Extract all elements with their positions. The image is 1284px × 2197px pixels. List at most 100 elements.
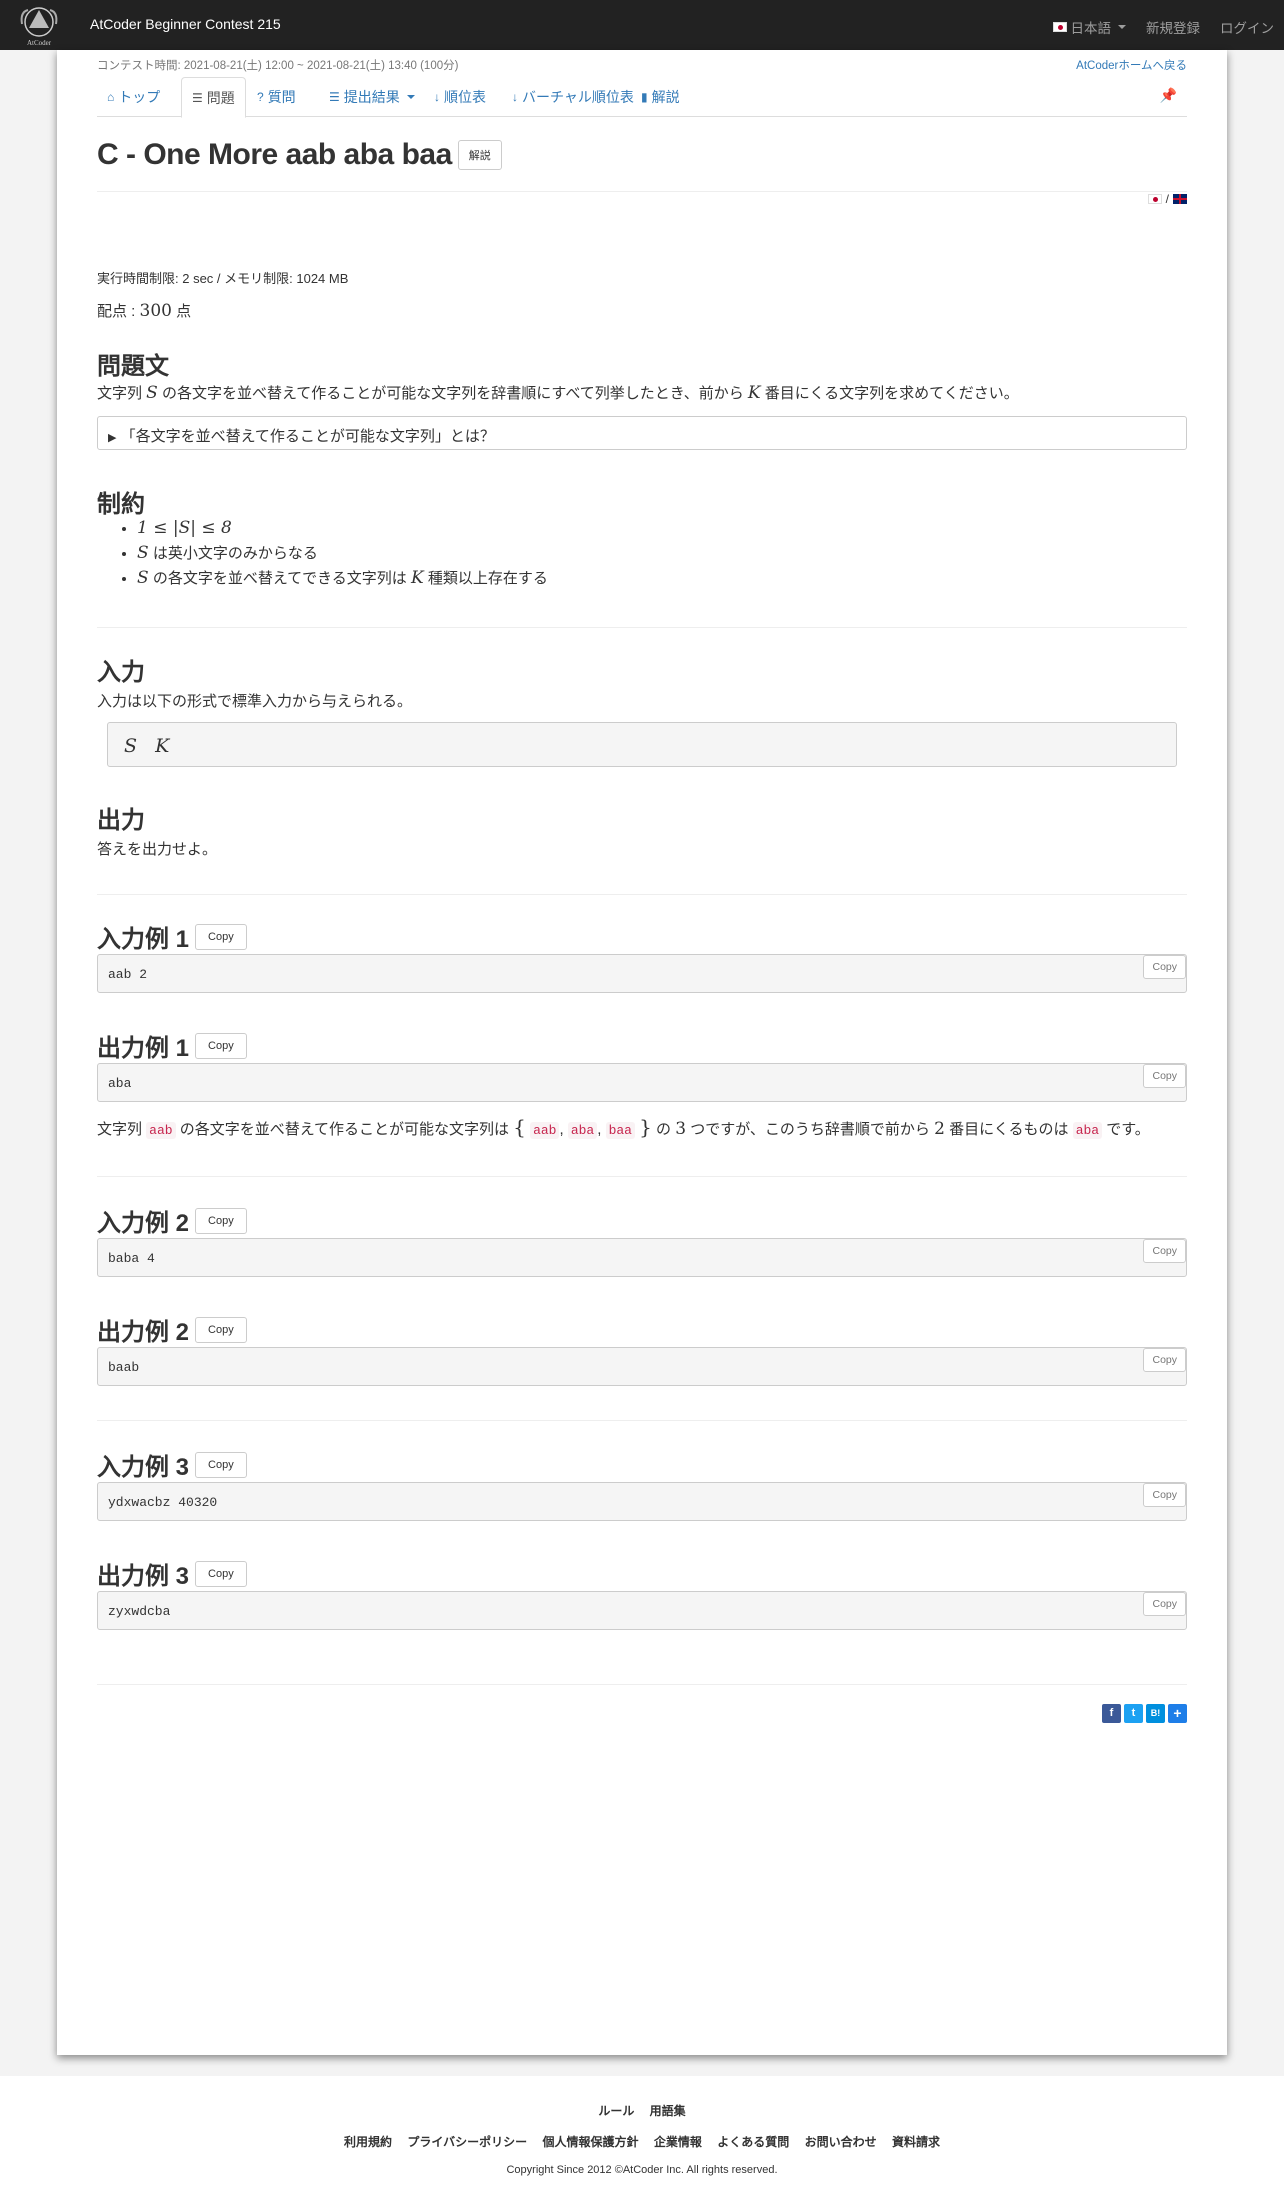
- atcoder-logo[interactable]: AtCoder: [14, 2, 64, 48]
- tab-label: 順位表: [444, 89, 486, 105]
- math-var: K: [410, 568, 424, 588]
- contest-title-link[interactable]: AtCoder Beginner Contest 215: [90, 16, 281, 32]
- add-share-icon[interactable]: +: [1168, 1704, 1187, 1723]
- sample-output-3: zyxwdcba Copy: [97, 1591, 1187, 1630]
- input-format: S K: [124, 735, 170, 757]
- copy-button[interactable]: Copy: [1143, 1239, 1186, 1263]
- explanation-part: つですが、このうち辞書順で前から: [686, 1121, 935, 1138]
- glossary-link[interactable]: 用語集: [650, 2104, 686, 2118]
- output-heading: 出力: [97, 807, 145, 834]
- divider: [97, 1420, 1187, 1421]
- copy-button[interactable]: Copy: [1143, 1348, 1186, 1372]
- constraints-list: 1 ≤ |S| ≤ 8 S は英小文字のみからなる S の各文字を並べ替えてでき…: [137, 516, 548, 591]
- statement-text: 文字列 S の各文字を並べ替えて作ることが可能な文字列を辞書順にすべて列挙したと…: [97, 382, 1019, 403]
- tab-editorial[interactable]: ▮ 解説: [631, 77, 690, 117]
- details-summary: 「各文字を並べ替えて作ることが可能な文字列」とは？: [120, 428, 495, 445]
- sample-input-2-header: 入力例 2 Copy: [97, 1203, 247, 1238]
- contact-link[interactable]: お問い合わせ: [805, 2135, 877, 2149]
- sample-output-3-heading: 出力例 3: [97, 1563, 190, 1590]
- score-value: 300: [139, 301, 172, 321]
- sample-input-1-header: 入力例 1 Copy: [97, 919, 247, 954]
- japan-flag-icon: [1052, 22, 1067, 32]
- code-inline: baa: [605, 1122, 635, 1139]
- copy-button[interactable]: Copy: [1143, 955, 1186, 979]
- svg-text:AtCoder: AtCoder: [27, 39, 52, 47]
- tab-clarifications[interactable]: ? 質問: [247, 77, 306, 117]
- twitter-share-icon[interactable]: t: [1124, 1704, 1143, 1723]
- divider: [97, 191, 1187, 192]
- tab-standings[interactable]: ↓ 順位表: [424, 77, 496, 117]
- tab-virtual-standings[interactable]: ↓ バーチャル順位表: [502, 77, 644, 117]
- sample-output-1-text: aba: [108, 1076, 132, 1091]
- math-var: S: [137, 543, 149, 563]
- output-text: 答えを出力せよ。: [97, 841, 218, 858]
- login-link[interactable]: ログイン: [1220, 17, 1274, 37]
- sample-output-2-heading: 出力例 2: [97, 1319, 190, 1346]
- time-memory-limit: 実行時間制限: 2 sec / メモリ制限: 1024 MB: [97, 271, 349, 286]
- atcoder-home-link[interactable]: AtCoderホームへ戻る: [1076, 57, 1187, 73]
- facebook-share-icon[interactable]: f: [1102, 1704, 1121, 1723]
- tab-submissions[interactable]: ☰ 提出結果: [319, 77, 425, 117]
- terms-link[interactable]: 利用規約: [344, 2135, 392, 2149]
- sort-icon: ↓: [434, 90, 440, 104]
- sample-output-1-header: 出力例 1 Copy: [97, 1028, 247, 1063]
- sample-output-1: aba Copy: [97, 1063, 1187, 1102]
- score: 配点 : 300 点: [97, 300, 191, 321]
- tab-label: 質問: [267, 89, 296, 105]
- copy-button[interactable]: Copy: [195, 1032, 247, 1059]
- personal-info-link[interactable]: 個人情報保護方針: [543, 2135, 639, 2149]
- list-icon: ☰: [192, 90, 203, 105]
- tab-label: バーチャル順位表: [522, 89, 634, 105]
- sample-input-2-text: baba 4: [108, 1251, 155, 1266]
- explanation-part: の各文字を並べ替えて作ることが可能な文字列は: [175, 1121, 514, 1138]
- copy-button[interactable]: Copy: [1143, 1592, 1186, 1616]
- math-expression: 1 ≤ |S| ≤ 8: [137, 518, 232, 538]
- list-alt-icon: ☰: [329, 90, 340, 104]
- problem-title: C - One More aab aba baa: [97, 138, 452, 171]
- sample-output-3-text: zyxwdcba: [108, 1604, 171, 1619]
- sample-input-1-text: aab 2: [108, 967, 148, 982]
- sample-input-3-text: ydxwacbz 40320: [108, 1495, 218, 1510]
- copy-button[interactable]: Copy: [195, 1560, 247, 1587]
- divider: [97, 1176, 1187, 1177]
- constraint-text: の各文字を並べ替えてできる文字列は: [148, 570, 411, 587]
- code-inline: aba: [1072, 1122, 1103, 1139]
- sample-explanation: 文字列 aab の各文字を並べ替えて作ることが可能な文字列は { aab, ab…: [97, 1115, 1150, 1139]
- privacy-policy-link[interactable]: プライバシーポリシー: [407, 2135, 527, 2149]
- contest-time: コンテスト時間: 2021-08-21(土) 12:00 ~ 2021-08-2…: [97, 60, 459, 72]
- tab-top[interactable]: ⌂ トップ: [97, 77, 170, 117]
- tab-tasks[interactable]: ☰ 問題: [181, 77, 246, 118]
- language-dropdown[interactable]: 日本語: [1052, 17, 1126, 37]
- copy-button[interactable]: Copy: [1143, 1064, 1186, 1088]
- divider: [97, 627, 1187, 628]
- register-link[interactable]: 新規登録: [1146, 17, 1200, 37]
- explanation-part: 番目にくるものは: [944, 1121, 1073, 1138]
- constraint-text: は英小文字のみからなる: [148, 545, 318, 562]
- share-buttons: f t B! +: [1102, 1704, 1187, 1723]
- definition-details[interactable]: ▶ 「各文字を並べ替えて作ることが可能な文字列」とは？: [97, 416, 1187, 450]
- hatena-bookmark-icon[interactable]: B!: [1146, 1704, 1165, 1723]
- sample-input-1: aab 2 Copy: [97, 954, 1187, 993]
- company-link[interactable]: 企業情報: [654, 2135, 702, 2149]
- faq-link[interactable]: よくある質問: [717, 2135, 789, 2149]
- sample-output-2-header: 出力例 2 Copy: [97, 1312, 247, 1347]
- japanese-flag-icon[interactable]: [1147, 194, 1162, 204]
- pin-icon[interactable]: 📌: [1160, 87, 1177, 104]
- footer: ルール 用語集 利用規約 プライバシーポリシー 個人情報保護方針 企業情報 よく…: [0, 2076, 1284, 2197]
- sample-input-2: baba 4 Copy: [97, 1238, 1187, 1277]
- rules-link[interactable]: ルール: [598, 2104, 634, 2118]
- sample-output-1-heading: 出力例 1: [97, 1035, 190, 1062]
- documents-link[interactable]: 資料請求: [892, 2135, 940, 2149]
- editorial-button[interactable]: 解説: [457, 140, 502, 170]
- code-inline: aba: [567, 1122, 598, 1139]
- english-flag-icon[interactable]: [1173, 194, 1187, 204]
- constraint-text: 種類以上存在する: [423, 570, 548, 587]
- copy-button[interactable]: Copy: [1143, 1483, 1186, 1507]
- copy-button[interactable]: Copy: [195, 923, 247, 950]
- copy-button[interactable]: Copy: [195, 1451, 247, 1478]
- brace: {: [513, 1115, 526, 1139]
- sample-input-1-heading: 入力例 1: [97, 926, 190, 953]
- copy-button[interactable]: Copy: [195, 1207, 247, 1234]
- copy-button[interactable]: Copy: [195, 1316, 247, 1343]
- statement-part: の各文字を並べ替えて作ることが可能な文字列を辞書順にすべて列挙したとき、前から: [157, 385, 748, 402]
